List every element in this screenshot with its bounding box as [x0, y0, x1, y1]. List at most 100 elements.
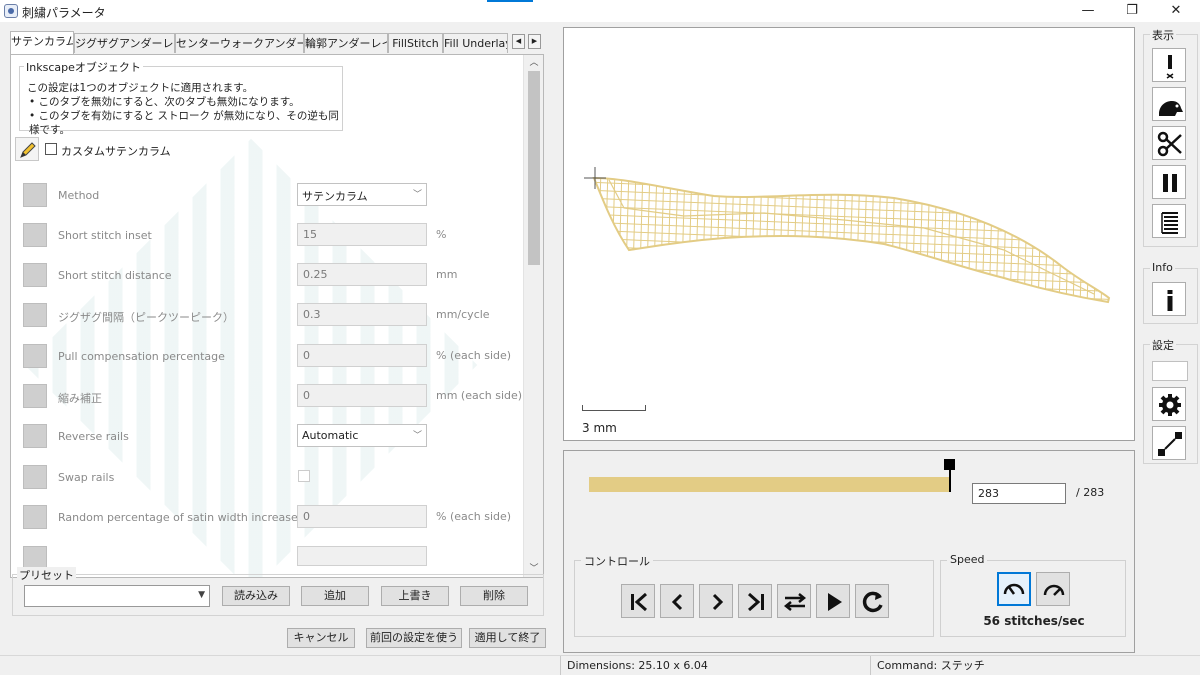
maximize-button[interactable]: ❐ [1110, 0, 1154, 22]
satin-stitch-lines [594, 178, 1109, 302]
overwrite-preset-button[interactable]: 上書き [381, 586, 449, 606]
param-toggle[interactable] [23, 303, 47, 327]
method-select[interactable]: サテンカラム ﹀ [297, 183, 427, 206]
params-scrollbar[interactable]: ︿ ﹀ [523, 55, 543, 577]
satin-rail [594, 237, 1109, 261]
skip-to-start-icon[interactable] [621, 584, 655, 618]
view-title: 表示 [1150, 27, 1176, 43]
param-unit: mm (each side) [436, 389, 523, 402]
current-stitch-input[interactable]: 283 [972, 483, 1066, 504]
show-commands-icon[interactable] [1152, 48, 1186, 82]
add-preset-button[interactable]: 追加 [301, 586, 369, 606]
background-color-swatch[interactable] [1152, 361, 1188, 381]
satin-stitch [988, 178, 994, 302]
play-icon[interactable] [816, 584, 850, 618]
restart-icon[interactable] [855, 584, 889, 618]
satin-stitch [785, 178, 791, 302]
swap-direction-icon[interactable] [777, 584, 811, 618]
tab-zigzag-underlay[interactable]: ジグザグアンダーレイ [74, 33, 175, 53]
param-unit: mm [436, 268, 458, 281]
progress-slider-handle[interactable] [944, 459, 955, 470]
scale-label: 3 mm [582, 421, 617, 435]
tab-centerwalk-underlay[interactable]: センターウォークアンダーレイ [175, 33, 304, 53]
tab-scroll-right-icon[interactable]: ▶ [528, 34, 541, 49]
param-toggle[interactable] [23, 465, 47, 489]
info-icon[interactable] [1152, 282, 1186, 316]
show-color-changes-icon[interactable] [1152, 204, 1186, 238]
step-back-icon[interactable] [660, 584, 694, 618]
param-toggle[interactable] [23, 424, 47, 448]
title-bar: 刺繍パラメータ — ❐ ✕ [0, 0, 1200, 22]
skip-to-end-icon[interactable] [738, 584, 772, 618]
title-accent [487, 0, 533, 2]
status-bar: Dimensions: 25.10 x 6.04 Command: ステッチ [0, 655, 1200, 675]
param-toggle[interactable] [23, 344, 47, 368]
partial-field[interactable] [297, 546, 427, 566]
params-pane: サテンカラム ジグザグアンダーレイ センターウォークアンダーレイ 輪郭アンダーレ… [0, 22, 556, 655]
param-toggle[interactable] [23, 263, 47, 287]
param-toggle[interactable] [23, 505, 47, 529]
use-last-settings-button[interactable]: 前回の設定を使う [366, 628, 462, 648]
apply-and-quit-button[interactable]: 適用して終了 [469, 628, 546, 648]
pencil-icon[interactable] [15, 137, 39, 161]
param-label: Pull compensation percentage [58, 350, 225, 363]
satin-rail [594, 293, 1109, 302]
satin-stitch [869, 178, 875, 302]
info-group: Info [1143, 261, 1198, 324]
satin-stitch [883, 178, 889, 302]
method-value: サテンカラム [302, 190, 368, 203]
step-forward-icon[interactable] [699, 584, 733, 618]
minimize-button[interactable]: — [1066, 0, 1110, 22]
pull-comp-percent-field[interactable]: 0 [297, 344, 427, 367]
stitch-preview-canvas[interactable]: 3 mm [563, 27, 1135, 441]
satin-stitch [918, 178, 924, 302]
chevron-down-icon: ▼ [198, 590, 205, 600]
show-jumps-icon[interactable] [1152, 87, 1186, 121]
satin-stitch [631, 178, 637, 302]
playback-panel: 283 / 283 コントロール Speed 56 stitches/sec [563, 450, 1135, 653]
tab-satin-column[interactable]: サテンカラム [10, 31, 74, 54]
pull-compensation-field[interactable]: 0 [297, 384, 427, 407]
tab-scroll-left-icon[interactable]: ◀ [512, 34, 525, 49]
controls-title: コントロール [581, 553, 653, 569]
tab-fill-stitch[interactable]: FillStitch [388, 33, 443, 53]
short-stitch-distance-field[interactable]: 0.25 [297, 263, 427, 286]
close-button[interactable]: ✕ [1154, 0, 1198, 22]
tab-contour-underlay[interactable]: 輪郭アンダーレイ [304, 33, 388, 53]
zigzag-spacing-field[interactable]: 0.3 [297, 303, 427, 326]
param-label: Method [58, 189, 100, 202]
scroll-up-icon[interactable]: ︿ [524, 55, 543, 71]
preset-combo[interactable]: ▼ [24, 585, 210, 607]
short-stitch-inset-field[interactable]: 15 [297, 223, 427, 246]
load-preset-button[interactable]: 読み込み [222, 586, 290, 606]
faster-speed-icon[interactable] [1036, 572, 1070, 606]
satin-stitch [624, 178, 630, 302]
random-width-field[interactable]: 0 [297, 505, 427, 528]
satin-stitch [771, 178, 777, 302]
satin-stitch [1093, 178, 1099, 302]
custom-satin-checkbox[interactable] [45, 143, 57, 155]
scrollbar-thumb[interactable] [528, 71, 540, 265]
slower-speed-icon[interactable] [997, 572, 1031, 606]
show-stops-icon[interactable] [1152, 165, 1186, 199]
satin-stitch [953, 178, 959, 302]
tab-panel: Inkscapeオブジェクト この設定は1つのオブジェクトに適用されます。 • … [10, 54, 544, 578]
resize-icon[interactable] [1152, 426, 1186, 460]
param-toggle[interactable] [23, 223, 47, 247]
param-toggle[interactable] [23, 384, 47, 408]
cancel-button[interactable]: キャンセル [287, 628, 355, 648]
gear-icon[interactable] [1152, 387, 1186, 421]
satin-stitch [687, 178, 693, 302]
delete-preset-button[interactable]: 削除 [460, 586, 528, 606]
swap-rails-checkbox[interactable] [298, 470, 310, 482]
satin-stitch [680, 178, 686, 302]
tab-fill-underlay[interactable]: Fill Underlay [443, 33, 508, 53]
param-row-method: Method サテンカラム ﹀ [23, 183, 523, 209]
satin-stitch [1044, 178, 1050, 302]
satin-stitch [652, 178, 658, 302]
window-title: 刺繍パラメータ [22, 6, 106, 20]
show-trims-icon[interactable] [1152, 126, 1186, 160]
param-toggle[interactable] [23, 183, 47, 207]
param-unit: mm/cycle [436, 308, 490, 321]
reverse-rails-select[interactable]: Automatic ﹀ [297, 424, 427, 447]
